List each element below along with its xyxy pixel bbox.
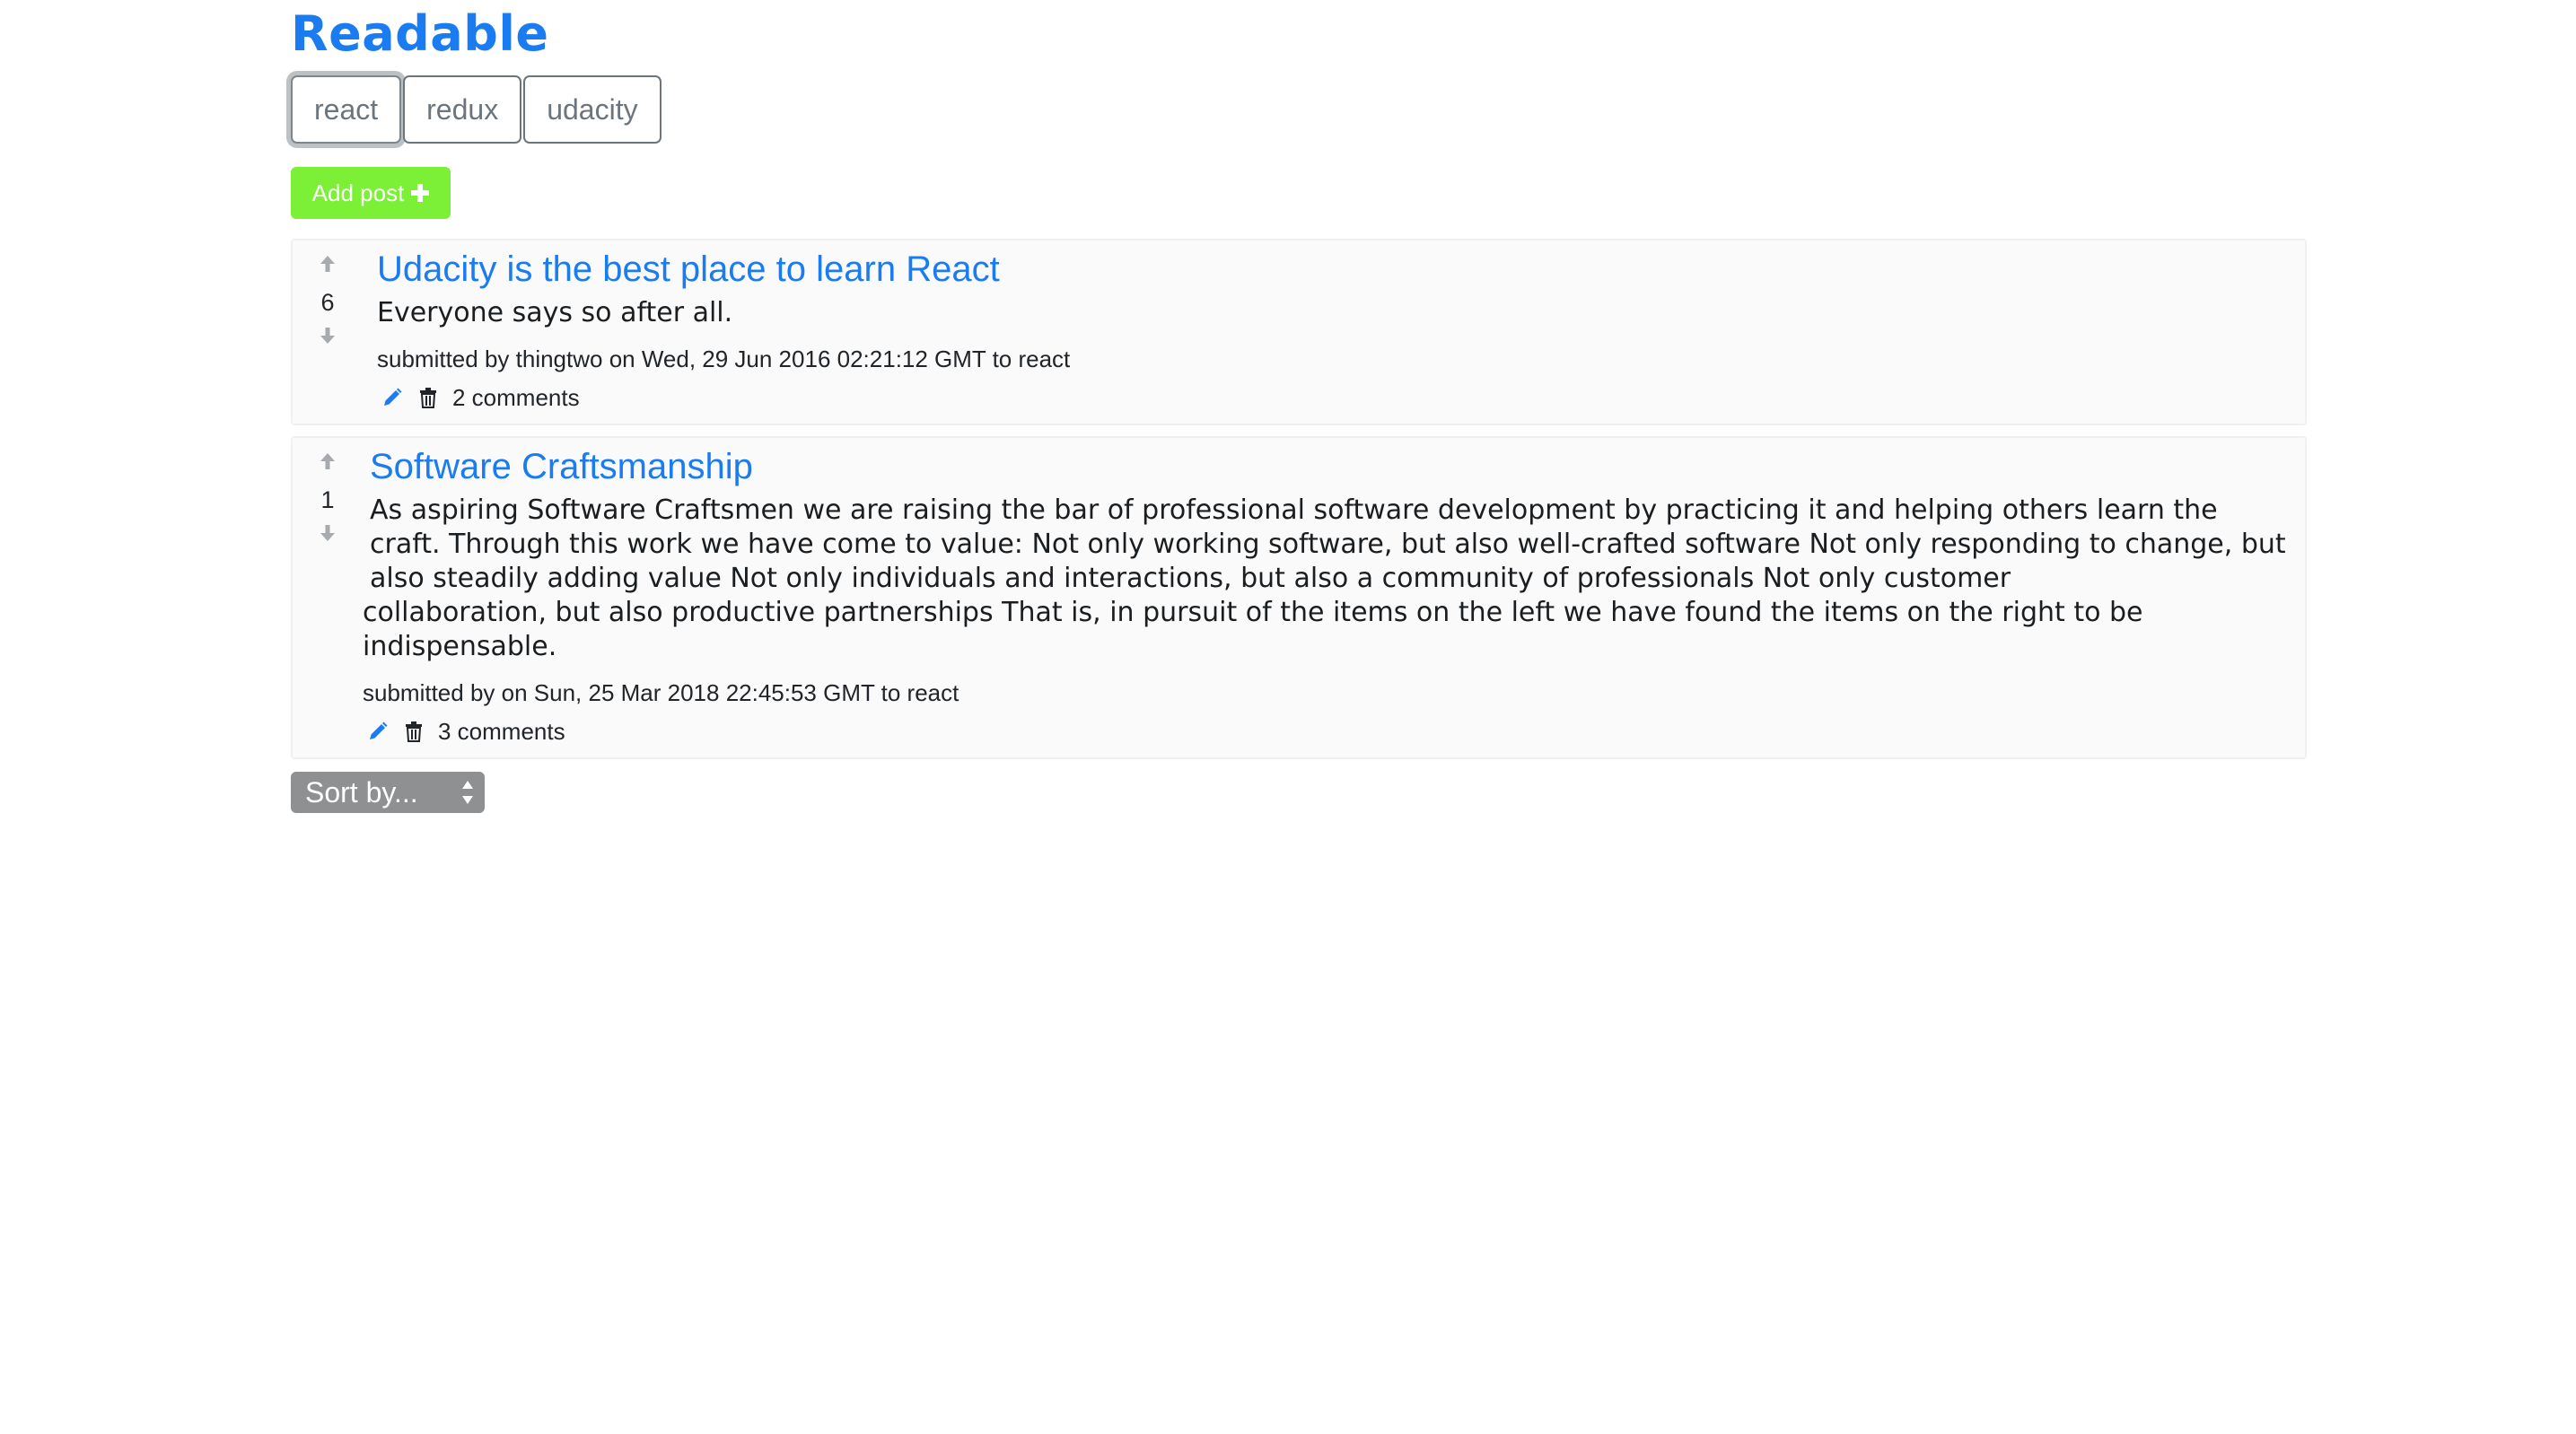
post-score: 1 (320, 486, 335, 513)
edit-pencil-icon[interactable] (363, 716, 393, 747)
post-content: Software Craftsmanship As aspiring Softw… (363, 442, 2289, 747)
post-card: 1 Software Craftsmanship As aspiring Sof… (291, 436, 2307, 759)
upvote-arrow-icon[interactable] (305, 450, 350, 477)
post-meta: submitted by thingtwo on Wed, 29 Jun 201… (377, 345, 1071, 372)
category-react-button[interactable]: react (291, 75, 402, 144)
delete-trash-icon[interactable] (399, 716, 429, 747)
vote-controls: 6 (305, 253, 350, 352)
post-content: Udacity is the best place to learn React… (370, 244, 2289, 413)
sort-select-wrapper: Sort by... (291, 772, 485, 813)
category-nav: react redux udacity (291, 75, 2307, 144)
category-redux-button[interactable]: redux (403, 75, 522, 144)
plus-icon (411, 184, 430, 202)
post-body: As aspiring Software Craftsmen we are ra… (363, 494, 2289, 664)
add-post-label: Add post (311, 179, 405, 206)
comment-count[interactable]: 2 comments (452, 384, 580, 412)
post-title-link[interactable]: Udacity is the best place to learn React (370, 244, 2289, 294)
delete-trash-icon[interactable] (413, 382, 443, 413)
post-actions: 2 comments (370, 382, 2289, 413)
post-title-link[interactable]: Software Craftsmanship (363, 442, 2289, 492)
add-post-button[interactable]: Add post (291, 167, 451, 219)
post-score: 6 (320, 289, 335, 316)
post-body-first: As aspiring Software Craftsmen we are ra… (370, 494, 2286, 594)
downvote-arrow-icon[interactable] (305, 522, 350, 549)
downvote-arrow-icon[interactable] (305, 325, 350, 352)
post-card: 6 Udacity is the best place to learn Rea… (291, 239, 2307, 425)
page: Readable react redux udacity Add post 6 … (291, 0, 2307, 813)
upvote-arrow-icon[interactable] (305, 253, 350, 280)
app-brand[interactable]: Readable (291, 0, 2307, 66)
post-meta: submitted by on Sun, 25 Mar 2018 22:45:5… (363, 679, 959, 706)
post-body: Everyone says so after all. (377, 297, 733, 328)
vote-controls: 1 (305, 450, 350, 549)
category-udacity-button[interactable]: udacity (523, 75, 662, 144)
edit-pencil-icon[interactable] (377, 382, 407, 413)
sort-select[interactable]: Sort by... (291, 772, 485, 813)
comment-count[interactable]: 3 comments (438, 718, 565, 746)
post-actions: 3 comments (363, 716, 2289, 747)
post-body-rest: collaboration, but also productive partn… (363, 597, 2143, 662)
